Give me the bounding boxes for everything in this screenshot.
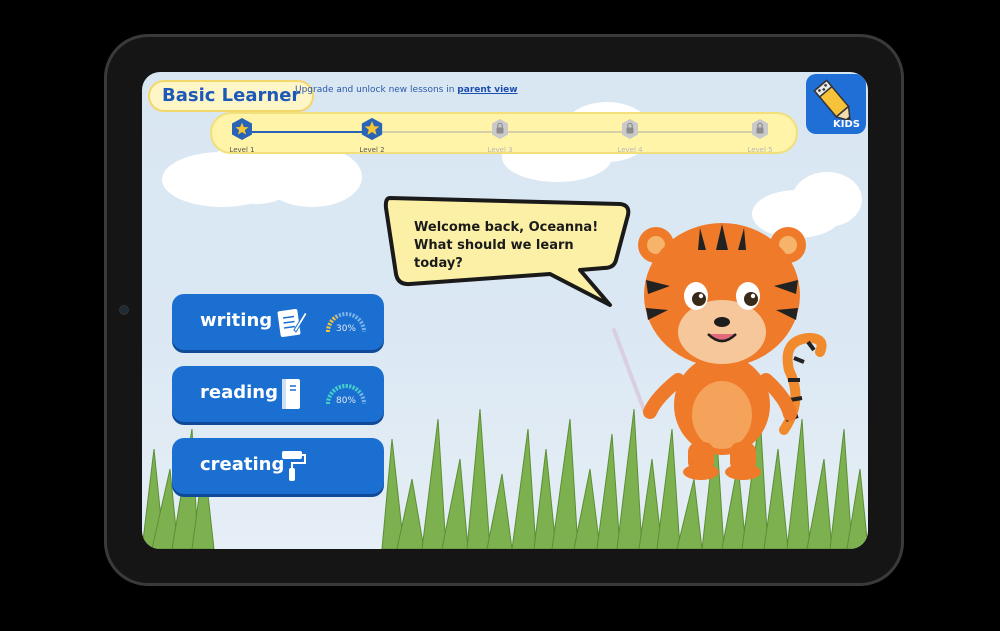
lock-icon (752, 119, 768, 139)
tiger-mascot (612, 223, 827, 480)
upgrade-banner: Upgrade and unlock new lessons in parent… (295, 85, 518, 95)
kids-app-icon[interactable]: KIDS (806, 74, 866, 134)
parent-view-link[interactable]: parent view (457, 85, 517, 95)
lock-icon (622, 119, 638, 139)
level-label: Level 4 (617, 146, 643, 154)
writing-label: writing (200, 310, 273, 331)
level-label: Level 1 (229, 146, 255, 154)
writing-progress-gauge (325, 312, 366, 333)
reading-button[interactable]: reading 80% (172, 366, 384, 422)
speech-text: Welcome back, Oceanna! What should we le… (414, 219, 624, 273)
creating-label: creating (200, 454, 285, 475)
writing-button[interactable]: writing 30% (172, 294, 384, 350)
reading-progress-text: 80% (335, 396, 356, 406)
reading-label: reading (200, 382, 278, 403)
level-label: Level 2 (359, 146, 385, 154)
level-progress-bar: Level 1 Level 2 Level 3 Level 4 Level 5 (210, 112, 798, 154)
level-2-node[interactable]: Level 2 (342, 117, 402, 154)
level-4-node[interactable]: Level 4 (600, 117, 660, 154)
level-label: Level 3 (487, 146, 513, 154)
hexagon-star-icon (232, 118, 252, 140)
level-label: Level 5 (747, 146, 773, 154)
camera (119, 305, 129, 315)
book-icon (282, 379, 300, 409)
page-title: Basic Learner (148, 80, 315, 112)
hexagon-star-icon (361, 117, 383, 141)
level-5-node[interactable]: Level 5 (730, 117, 790, 154)
level-1-node[interactable]: Level 1 (212, 117, 272, 154)
paint-roller-icon (282, 451, 306, 481)
writing-pad-icon (277, 308, 308, 338)
upgrade-text: Upgrade and unlock new lessons in (295, 85, 455, 95)
level-3-node[interactable]: Level 3 (470, 117, 530, 154)
speech-line-2: What should we learn today? (414, 238, 574, 271)
creating-button[interactable]: creating (172, 438, 384, 494)
speech-line-1: Welcome back, Oceanna! (414, 220, 599, 235)
lock-icon (492, 119, 508, 139)
locked-track (372, 131, 762, 133)
kids-label: KIDS (833, 119, 860, 130)
reading-progress-gauge (325, 383, 366, 405)
app-screen: Basic Learner Upgrade and unlock new les… (142, 72, 868, 549)
writing-progress-text: 30% (335, 324, 356, 334)
